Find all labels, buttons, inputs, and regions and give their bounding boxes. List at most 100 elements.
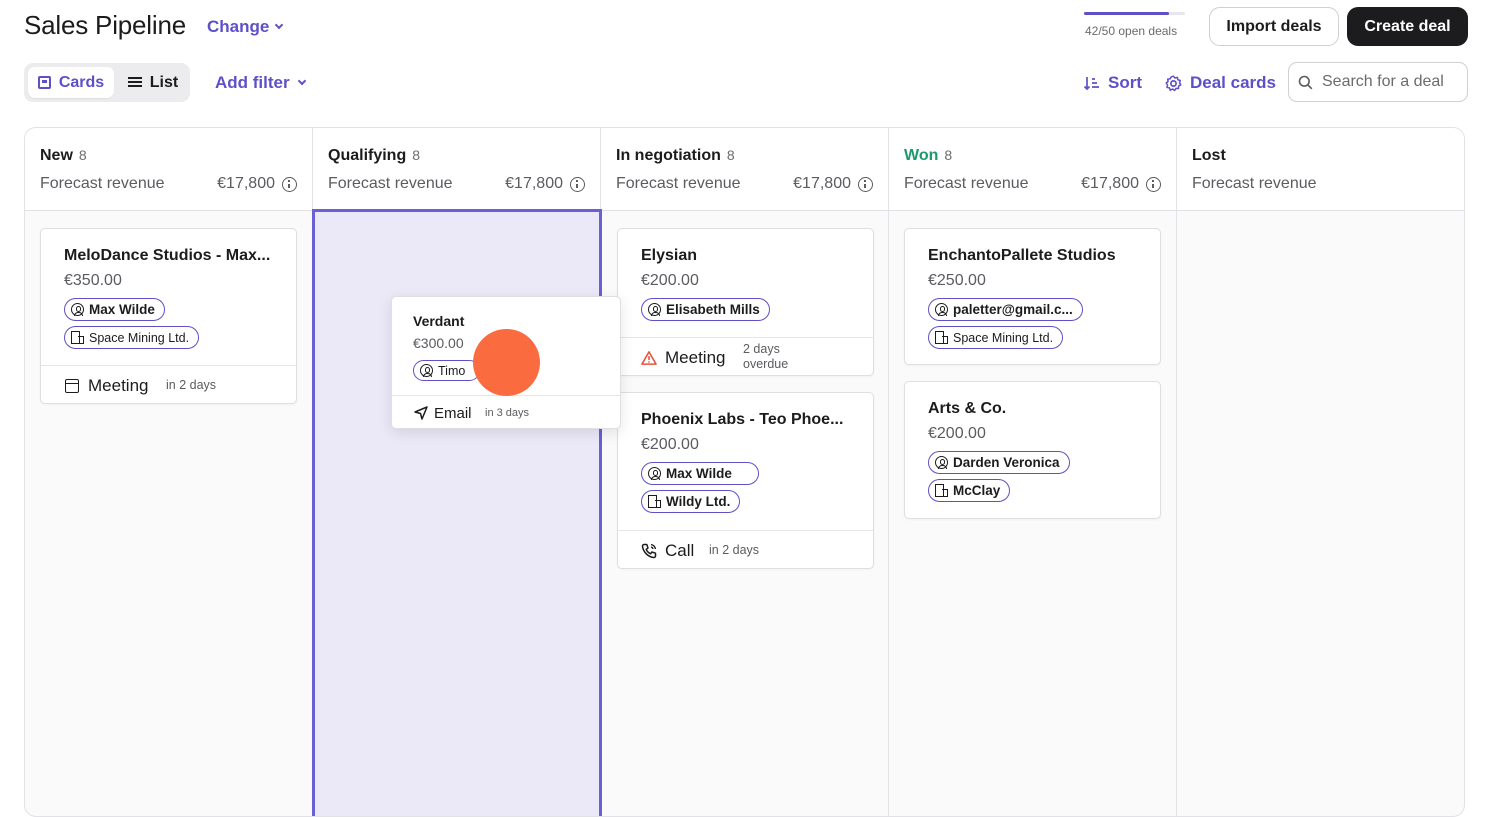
column-header: In negotiation 8 Forecast revenue €17,800 (601, 128, 888, 211)
deal-title: MeloDance Studios - Max... (64, 247, 271, 264)
add-filter-button[interactable]: Add filter (215, 72, 306, 94)
contact-chip[interactable]: Elisabeth Mills (641, 298, 770, 321)
company-chip[interactable]: Space Mining Ltd. (64, 326, 200, 349)
person-icon (648, 303, 661, 316)
card-activity[interactable]: Email in 3 days (392, 395, 620, 428)
card-activity[interactable]: Call in 2 days (618, 530, 873, 568)
deal-title: Phoenix Labs - Teo Phoe... (641, 411, 844, 428)
add-filter-label: Add filter (215, 73, 290, 92)
card-activity[interactable]: Meeting in 2 days (41, 365, 296, 403)
contact-chip[interactable]: Timo (413, 360, 481, 381)
person-icon (420, 364, 433, 377)
company-chip[interactable]: Wildy Ltd. (641, 490, 741, 513)
activity-label: Meeting (88, 375, 149, 395)
deal-cards-settings-button[interactable]: Deal cards (1165, 72, 1276, 94)
activity-when: in 3 days (485, 406, 530, 419)
deal-amount: €300.00 (413, 335, 464, 351)
contact-chip[interactable]: Darden Veronica (928, 451, 1070, 474)
deal-amount: €350.00 (64, 272, 122, 289)
column-lost: Lost Forecast revenue (1177, 128, 1464, 816)
deal-title: Verdant (413, 313, 465, 329)
view-cards-label: Cards (58, 73, 105, 91)
column-title: Qualifying 8 (328, 147, 421, 164)
contact-chip[interactable]: paletter@gmail.c... (928, 298, 1083, 321)
sort-label: Sort (1108, 73, 1142, 92)
view-list-button[interactable]: List (118, 67, 188, 98)
forecast-amount: €17,800 (217, 175, 297, 193)
forecast-amount: €17,800 (793, 175, 873, 193)
company-name: Space Mining Ltd. (953, 330, 1054, 345)
sort-button[interactable]: Sort (1083, 72, 1142, 94)
forecast-label: Forecast revenue (616, 175, 741, 192)
contact-chip[interactable]: Max Wilde (641, 462, 759, 485)
person-icon (935, 303, 948, 316)
calendar-icon (64, 378, 80, 394)
deal-amount: €250.00 (928, 272, 986, 289)
person-icon (648, 467, 661, 480)
activity-when: in 2 days (709, 543, 760, 557)
search-input[interactable] (1322, 73, 1457, 91)
search-field[interactable] (1288, 62, 1468, 102)
deal-card[interactable]: Elysian €200.00 Elisabeth Mills Meeting … (617, 228, 874, 376)
deal-card[interactable]: Phoenix Labs - Teo Phoe... €200.00 Max W… (617, 392, 874, 569)
company-chip[interactable]: McClay (928, 479, 1011, 502)
contact-chip[interactable]: Max Wilde (64, 298, 165, 321)
import-deals-button[interactable]: Import deals (1209, 7, 1339, 46)
contact-name: Elisabeth Mills (666, 302, 760, 317)
change-label: Change (207, 17, 270, 36)
column-count: 8 (726, 147, 735, 163)
warning-icon (641, 350, 657, 366)
deal-cards-label: Deal cards (1190, 73, 1276, 92)
building-icon (648, 495, 661, 508)
dragged-deal-card[interactable]: Verdant €300.00 Timo Email in 3 days (391, 296, 621, 429)
open-deals-progress-fill (1084, 12, 1169, 15)
activity-label: Email (434, 404, 472, 422)
forecast-label: Forecast revenue (1192, 175, 1317, 192)
company-chip[interactable]: Space Mining Ltd. (928, 326, 1064, 349)
deal-card[interactable]: Arts & Co. €200.00 Darden Veronica McCla… (904, 381, 1161, 519)
column-count: 8 (412, 147, 421, 163)
deal-amount: €200.00 (641, 272, 699, 289)
building-icon (935, 484, 948, 497)
info-icon[interactable] (282, 176, 297, 192)
forecast-amount: €17,800 (1081, 175, 1161, 193)
column-header: Qualifying 8 Forecast revenue €17,800 (313, 128, 600, 211)
deal-card[interactable]: MeloDance Studios - Max... €350.00 Max W… (40, 228, 297, 404)
info-icon[interactable] (858, 176, 873, 192)
company-name: Wildy Ltd. (666, 494, 731, 509)
create-deal-button[interactable]: Create deal (1347, 7, 1468, 46)
info-icon[interactable] (570, 176, 585, 192)
contact-name: Darden Veronica (953, 455, 1060, 470)
building-icon (935, 331, 948, 344)
chevron-down-icon (275, 20, 284, 30)
view-cards-button[interactable]: Cards (28, 67, 114, 98)
activity-when: in 2 days (166, 378, 217, 392)
list-icon (127, 77, 142, 88)
forecast-amount: €17,800 (505, 175, 585, 193)
chevron-down-icon (297, 76, 306, 86)
column-title: In negotiation 8 (616, 147, 735, 164)
column-title: Lost (1192, 147, 1226, 164)
kanban-icon (37, 76, 51, 89)
company-name: McClay (953, 483, 1001, 498)
deal-amount: €200.00 (641, 436, 699, 453)
phone-icon (641, 543, 657, 559)
forecast-label: Forecast revenue (904, 175, 1029, 192)
card-activity[interactable]: Meeting 2 days overdue (618, 337, 873, 375)
page-title: Sales Pipeline (24, 10, 186, 40)
info-icon[interactable] (1146, 176, 1161, 192)
open-deals-progress-bar (1084, 12, 1185, 15)
search-icon (1298, 75, 1313, 89)
contact-name: Max Wilde (89, 302, 155, 317)
view-list-label: List (149, 73, 179, 91)
change-pipeline-button[interactable]: Change (207, 16, 284, 38)
column-header: Lost Forecast revenue (1177, 128, 1464, 211)
send-icon (413, 405, 429, 421)
contact-name: paletter@gmail.c... (953, 302, 1073, 317)
contact-name: Max Wilde (666, 466, 732, 481)
activity-label: Meeting (665, 347, 726, 367)
sort-icon (1083, 76, 1099, 90)
deal-card[interactable]: EnchantoPallete Studios €250.00 paletter… (904, 228, 1161, 365)
person-icon (935, 456, 948, 469)
gear-icon (1165, 74, 1182, 91)
